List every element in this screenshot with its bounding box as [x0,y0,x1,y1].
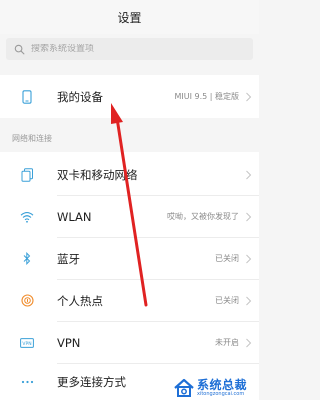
house-logo-icon [174,378,194,397]
hotspot-label: 个人热点 [57,293,103,308]
my-device-row[interactable]: 我的设备 MIUI 9.5 | 稳定版 [0,75,259,118]
vpn-row[interactable]: VPN VPN 未开启 [0,322,259,363]
bluetooth-label: 蓝牙 [57,251,80,266]
search-icon [14,44,25,54]
wlan-row[interactable]: WLAN 哎呦，又被你发现了 [0,196,259,237]
section-network-label: 网络和连接 [12,134,52,143]
chevron-right-icon [246,170,252,179]
wifi-icon [20,210,34,224]
dual-sim-label: 双卡和移动网络 [57,167,138,182]
my-device-label: 我的设备 [57,89,103,104]
more-dots-icon [20,375,34,389]
vpn-icon: VPN [20,336,34,350]
search-input[interactable] [31,44,231,54]
page-title: 设置 [117,10,142,25]
watermark-url: xitongzongcai.com [197,391,245,397]
svg-text:VPN: VPN [22,341,31,347]
vpn-status: 未开启 [215,338,239,347]
wlan-status: 哎呦，又被你发现了 [167,212,239,221]
chevron-right-icon [246,338,252,347]
chevron-right-icon [246,254,252,263]
hotspot-row[interactable]: 个人热点 已关闭 [0,280,259,321]
miui-version: MIUI 9.5 | 稳定版 [174,92,239,101]
phone-icon [20,89,34,104]
top-bar: 设置 [0,0,259,34]
hotspot-status: 已关闭 [215,296,239,305]
sim-icon [20,167,34,182]
chevron-right-icon [246,296,252,305]
watermark-logo: 系统总裁 xitongzongcai.com [172,376,259,400]
more-connections-label: 更多连接方式 [57,375,126,389]
hotspot-icon [20,294,34,308]
chevron-right-icon [246,92,252,101]
search-bar[interactable] [6,38,253,60]
dual-sim-row[interactable]: 双卡和移动网络 [0,154,259,195]
chevron-right-icon [246,212,252,221]
wlan-label: WLAN [57,209,92,224]
bluetooth-icon [20,252,34,266]
bluetooth-row[interactable]: 蓝牙 已关闭 [0,238,259,279]
vpn-label: VPN [57,335,81,350]
bluetooth-status: 已关闭 [215,254,239,263]
